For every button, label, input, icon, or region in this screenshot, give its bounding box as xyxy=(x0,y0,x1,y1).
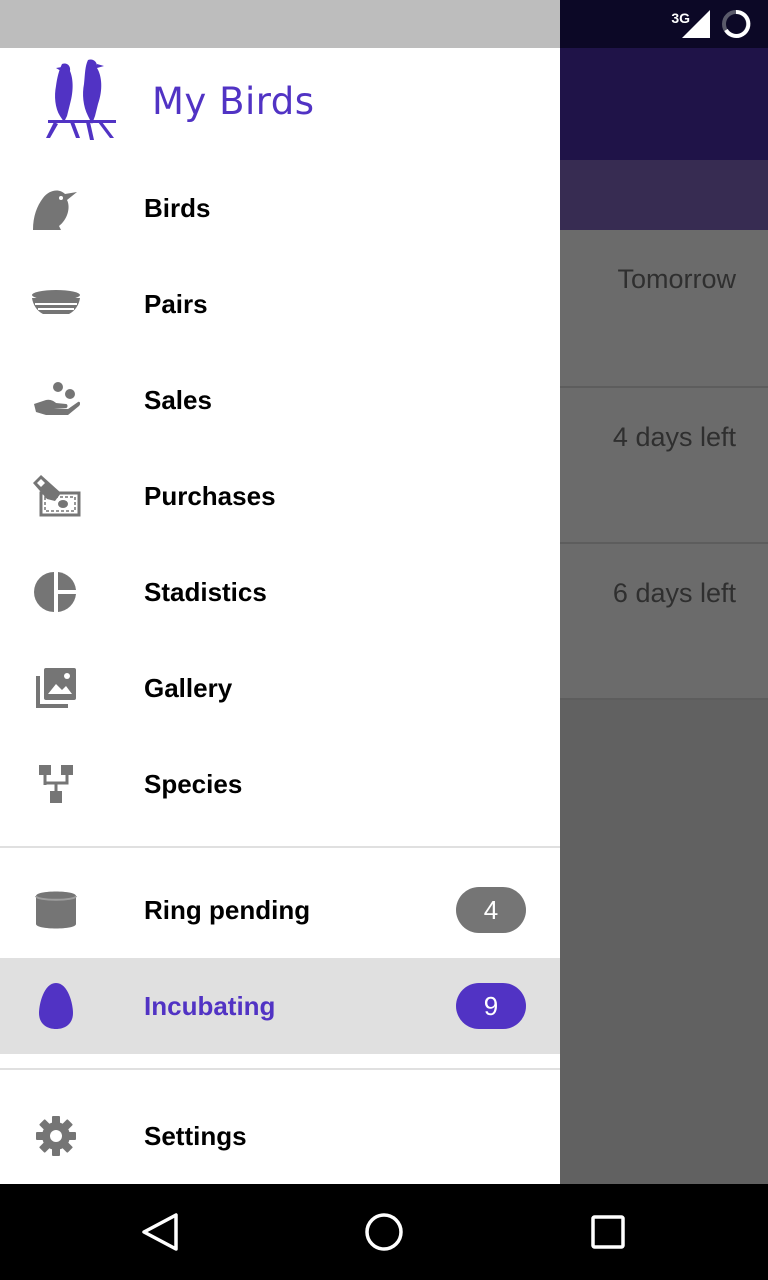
time-left-label: 4 days left xyxy=(612,422,736,452)
ring-icon xyxy=(30,884,82,936)
recents-button[interactable] xyxy=(586,1210,630,1254)
bird-icon xyxy=(30,182,82,234)
drawer-item-stadistics[interactable]: Stadistics xyxy=(0,544,560,640)
drawer-item-label: Species xyxy=(144,768,243,799)
navigation-drawer: My Birds Birds Pairs Sales Purchases Sta… xyxy=(0,0,560,1184)
battery-loading-icon xyxy=(722,9,751,38)
signal-icon xyxy=(682,10,710,38)
drawer-item-purchases[interactable]: Purchases xyxy=(0,448,560,544)
drawer-item-label: Birds xyxy=(144,192,211,223)
time-left-label: 6 days left xyxy=(612,578,736,608)
drawer-item-birds[interactable]: Birds xyxy=(0,160,560,256)
drawer-item-label: Purchases xyxy=(144,480,276,511)
drawer-item-label: Sales xyxy=(144,384,212,415)
count-badge: 4 xyxy=(456,887,526,933)
pie-chart-icon xyxy=(30,566,82,618)
nest-icon xyxy=(30,278,82,330)
home-button[interactable] xyxy=(362,1210,406,1254)
app-title: My Birds xyxy=(152,80,315,123)
drawer-menu-secondary: Ring pending 4 Incubating 9 xyxy=(0,862,560,1054)
drawer-item-gallery[interactable]: Gallery xyxy=(0,640,560,736)
status-icons xyxy=(680,8,752,40)
time-left-label: Tomorrow xyxy=(617,264,736,294)
drawer-item-species[interactable]: Species xyxy=(0,736,560,832)
back-triangle-icon xyxy=(142,1213,178,1251)
drawer-item-ring-pending[interactable]: Ring pending 4 xyxy=(0,862,560,958)
home-circle-icon xyxy=(365,1213,403,1251)
cash-payment-icon xyxy=(30,470,82,522)
drawer-item-settings[interactable]: Settings xyxy=(0,1088,560,1184)
drawer-item-label: Gallery xyxy=(144,672,233,703)
system-navigation-bar xyxy=(0,1184,768,1280)
birds-logo-icon xyxy=(46,59,116,140)
drawer-header: My Birds xyxy=(0,48,560,160)
drawer-item-label: Settings xyxy=(144,1120,247,1151)
drawer-item-label: Stadistics xyxy=(144,576,267,607)
back-button[interactable] xyxy=(138,1210,182,1254)
hierarchy-icon xyxy=(30,758,82,810)
drawer-menu-primary: Birds Pairs Sales Purchases Stadistics G… xyxy=(0,160,560,832)
drawer-item-label: Ring pending xyxy=(144,894,311,925)
drawer-item-sales[interactable]: Sales xyxy=(0,352,560,448)
gallery-icon xyxy=(30,662,82,714)
egg-icon xyxy=(30,980,82,1032)
recents-square-icon xyxy=(591,1215,625,1249)
gear-icon xyxy=(30,1110,82,1162)
drawer-item-label: Incubating xyxy=(144,990,276,1021)
drawer-item-pairs[interactable]: Pairs xyxy=(0,256,560,352)
drawer-item-label: Pairs xyxy=(144,288,208,319)
count-badge: 9 xyxy=(456,983,526,1029)
drawer-status-bar xyxy=(0,0,560,48)
hand-coins-icon xyxy=(30,374,82,426)
drawer-item-incubating[interactable]: Incubating 9 xyxy=(0,958,560,1054)
drawer-menu-footer: Settings xyxy=(0,1088,560,1184)
